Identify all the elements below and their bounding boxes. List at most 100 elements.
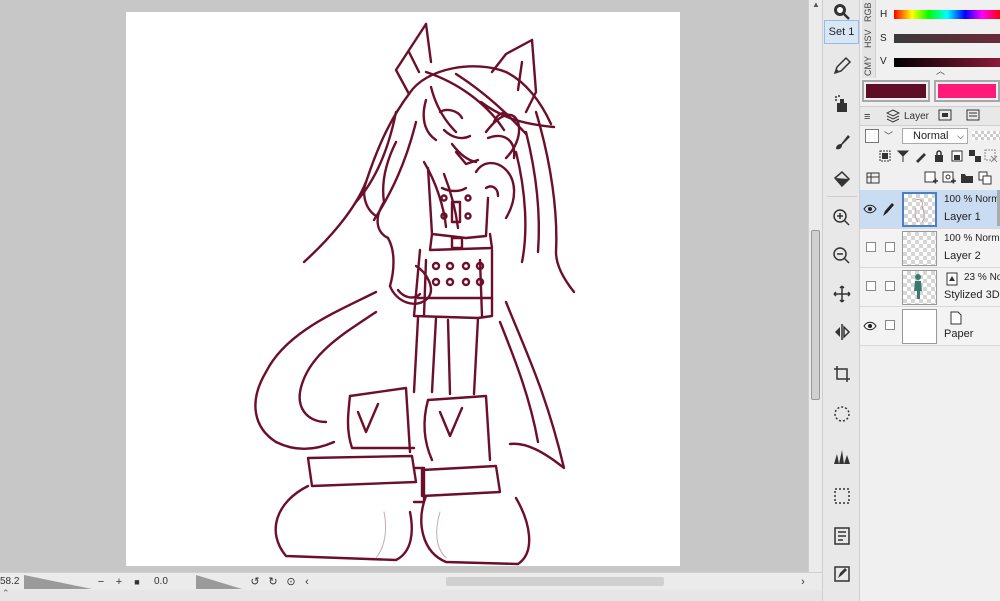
draft-icon[interactable] [914, 149, 928, 163]
layer-thumbnail [902, 270, 937, 305]
tab-rgb[interactable]: RGB [863, 0, 875, 24]
main-color-swatch[interactable] [862, 80, 930, 102]
lock-toggle[interactable] [885, 242, 895, 252]
canvas-status-bar: 58.2 − + ■ 0.0 ↺ ↻ ⊙ ‹ › [0, 572, 822, 590]
tab-hsv[interactable]: HSV [863, 26, 875, 52]
pen-tool-icon[interactable] [830, 54, 854, 78]
crop-icon[interactable] [830, 362, 854, 386]
right-panel: RGB HSV CMY H S V ︿ ≡ Layer ﹀ Normal ⌵ 1… [860, 0, 1000, 601]
selection-icon[interactable] [830, 484, 854, 508]
flip-icon[interactable] [830, 320, 854, 344]
tab-layer[interactable]: Layer [904, 109, 929, 125]
scroll-left-icon[interactable]: ‹ [300, 575, 314, 589]
3d-layer-icon [946, 272, 958, 286]
opacity-slider[interactable] [972, 131, 1000, 140]
new-vector-layer-icon[interactable] [942, 171, 956, 185]
canvas-vertical-scrollbar[interactable]: ▲ ▼ [808, 0, 822, 590]
scroll-up-icon[interactable]: ▲ [809, 0, 823, 12]
layer-opacity-mode: 23 % Normal [964, 272, 1000, 283]
layer-lock-toolbar [860, 148, 1000, 166]
saturation-slider[interactable] [894, 34, 1000, 43]
zoom-slider[interactable] [24, 575, 92, 589]
mask-icon[interactable] [968, 149, 982, 163]
layer-thumbnail [902, 309, 937, 344]
menu-icon[interactable]: ≡ [864, 109, 870, 125]
visibility-eye-icon[interactable] [863, 202, 877, 216]
lock-toggle[interactable] [885, 320, 895, 330]
layers-icon[interactable] [885, 109, 901, 125]
saturation-label: S [880, 33, 887, 44]
layer-actions-toolbar [860, 170, 1000, 188]
vertical-scroll-thumb[interactable] [811, 230, 820, 400]
reference-icon[interactable] [896, 149, 910, 163]
merge-down-icon[interactable] [978, 171, 992, 185]
chevron-up-icon[interactable]: ︿ [936, 64, 945, 77]
layer-row-paper[interactable]: Paper [860, 307, 1000, 346]
hue-slider[interactable] [894, 10, 1000, 19]
zoom-in-icon[interactable] [830, 206, 854, 230]
hue-label: H [880, 9, 888, 20]
value-slider[interactable] [894, 58, 1000, 67]
scroll-right-icon[interactable]: › [796, 575, 810, 589]
canvas-workspace[interactable] [0, 0, 808, 572]
tool-set-tab[interactable]: Set 1 [824, 20, 859, 44]
layer-name[interactable]: Layer 1 [944, 211, 981, 223]
value-label: V [880, 56, 887, 67]
layer-row-layer-2[interactable]: 100 % Normal Layer 2 [860, 229, 1000, 268]
fill-bucket-icon[interactable] [830, 168, 854, 192]
canvas-paper[interactable] [126, 12, 680, 566]
grass-brush-icon[interactable] [830, 444, 854, 468]
layer-opacity-mode: 100 % Normal [944, 233, 1000, 244]
bottom-strip: ⌃ [0, 588, 822, 601]
zoom-out-icon[interactable] [830, 244, 854, 268]
layer-property-icon[interactable] [830, 524, 854, 548]
new-folder-icon[interactable] [960, 171, 974, 185]
tool-palette: Set 1 [822, 0, 860, 601]
tab-cmy[interactable]: CMY [863, 54, 875, 78]
editing-pen-icon [881, 201, 895, 217]
fit-button[interactable]: ■ [130, 575, 144, 589]
airbrush-tool-icon[interactable] [830, 92, 854, 116]
rotation-slider[interactable] [196, 575, 242, 589]
chevron-down-icon[interactable]: ﹀ [884, 129, 893, 142]
visibility-eye-icon[interactable] [863, 319, 877, 333]
layer-name[interactable]: Stylized 3D Model [944, 289, 1000, 301]
layer-opacity-mode: 100 % Normal [944, 194, 1000, 205]
layer-thumbnail [902, 192, 937, 227]
reset-rotation-icon[interactable]: ⊙ [284, 575, 298, 589]
layer-color-box[interactable] [865, 129, 879, 143]
navigator-icon[interactable] [966, 109, 980, 125]
layer-row-layer-1[interactable]: 100 % Normal Layer 1 [860, 190, 1000, 229]
visibility-toggle[interactable] [866, 242, 876, 252]
move-icon[interactable] [830, 282, 854, 306]
layer-list-icon[interactable] [866, 171, 880, 185]
rotate-left-icon[interactable]: ↺ [248, 575, 262, 589]
lock-icon[interactable] [932, 149, 946, 163]
ruler-icon[interactable] [984, 149, 998, 163]
layer-thumbnail [902, 231, 937, 266]
paper-layer-icon [950, 311, 962, 325]
zoom-out-button[interactable]: − [94, 575, 108, 589]
sub-color-swatch[interactable] [934, 80, 1000, 102]
edit-icon[interactable] [830, 562, 854, 586]
rotate-right-icon[interactable]: ↻ [266, 575, 280, 589]
zoom-value[interactable]: 58.2 [0, 575, 19, 589]
new-raster-layer-icon[interactable] [924, 171, 938, 185]
expand-icon[interactable]: ⌃ [2, 588, 10, 599]
zoom-in-button[interactable]: + [112, 575, 126, 589]
layer-search-icon[interactable] [938, 109, 952, 125]
lock-transparent-icon[interactable] [950, 149, 964, 163]
dropdown-icon: ⌵ [957, 131, 964, 141]
sparkle-icon[interactable] [830, 402, 854, 426]
lock-toggle[interactable] [885, 281, 895, 291]
rotation-value[interactable]: 0.0 [154, 575, 168, 589]
horizontal-scroll-thumb[interactable] [446, 577, 664, 586]
layer-name[interactable]: Layer 2 [944, 250, 981, 262]
color-model-tabs: RGB HSV CMY [862, 0, 876, 78]
brush-tool-icon[interactable] [830, 130, 854, 154]
clip-icon[interactable] [878, 149, 892, 163]
layer-name[interactable]: Paper [944, 328, 973, 340]
blend-mode-select[interactable]: Normal ⌵ [902, 128, 968, 144]
layer-row-3d-model[interactable]: 23 % Normal Stylized 3D Model [860, 268, 1000, 307]
visibility-toggle[interactable] [866, 281, 876, 291]
